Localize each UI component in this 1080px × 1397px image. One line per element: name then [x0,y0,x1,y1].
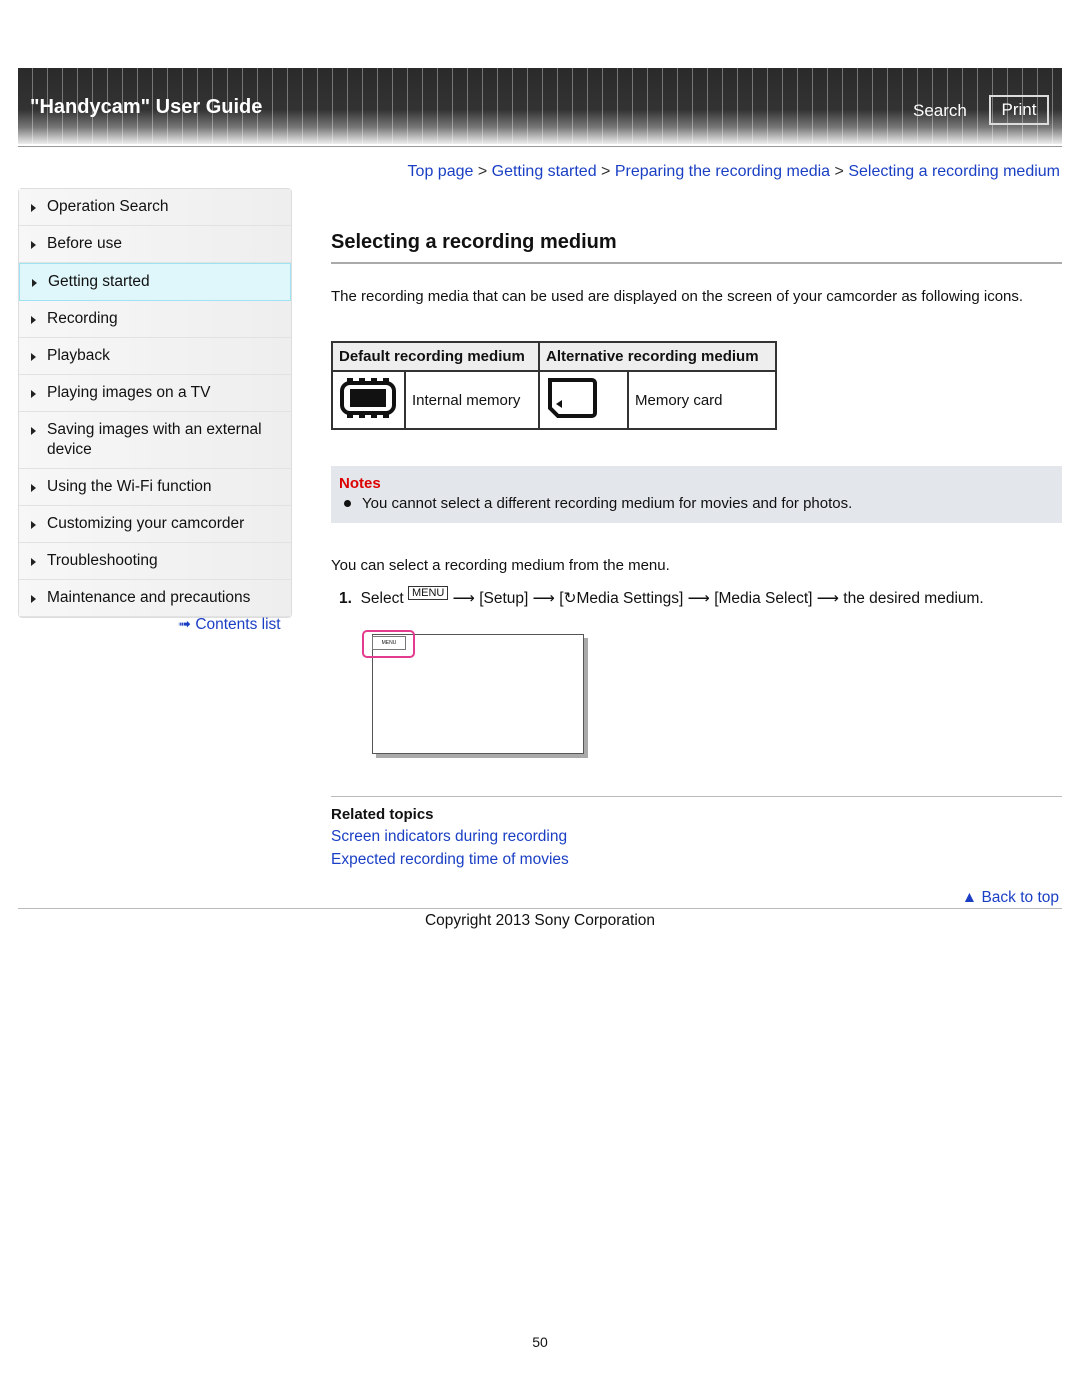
triangle-right-icon [31,595,36,603]
related-heading: Related topics [331,806,434,823]
sidebar-item-label: Troubleshooting [47,552,158,569]
step-media-settings: Media Settings] [576,590,684,607]
notes-box: Notes You cannot select a different reco… [331,466,1062,523]
sidebar-item[interactable]: Saving images with an external device [19,412,291,469]
triangle-right-icon [31,390,36,398]
up-triangle-icon: ▲ [961,889,978,906]
sidebar-item[interactable]: Playing images on a TV [19,375,291,412]
sidebar: Operation Search Before use Getting starte… [18,188,292,618]
triangle-right-icon [31,558,36,566]
media-table: Default recording medium Alternative reco… [331,341,777,430]
back-to-top-link[interactable]: ▲ Back to top [962,889,1059,907]
page-number: 50 [532,1334,548,1350]
sidebar-item[interactable]: Using the Wi-Fi function [19,469,291,506]
sidebar-item-label: Using the Wi-Fi function [47,478,212,495]
back-to-top-label: Back to top [981,889,1059,906]
sidebar-item[interactable]: Getting started [19,263,291,301]
breadcrumb-current[interactable]: Selecting a recording medium [848,163,1060,180]
divider [18,146,1062,147]
header-alternative: Alternative recording medium [538,341,777,372]
breadcrumb-getting-started[interactable]: Getting started [492,163,597,180]
sidebar-item[interactable]: Before use [19,226,291,263]
step-end: the desired medium. [843,590,984,607]
sidebar-item[interactable]: Maintenance and precautions [19,580,291,617]
menu-instruction: You can select a recording medium from t… [331,557,670,574]
sidebar-item[interactable]: Recording [19,301,291,338]
triangle-right-icon [31,427,36,435]
print-button[interactable]: Print [989,95,1049,125]
sidebar-item-label: Recording [47,310,118,327]
related-link[interactable]: Screen indicators during recording [331,828,1062,846]
arrow-icon: ⟶ [452,590,475,607]
internal-memory-icon [331,370,406,430]
sidebar-item-label: Saving images with an external device [47,421,262,458]
header-bar: "Handycam" User Guide Search Print [18,68,1062,144]
menu-highlight [362,630,415,658]
triangle-right-icon [31,204,36,212]
sidebar-item[interactable]: Customizing your camcorder [19,506,291,543]
internal-memory-label: Internal memory [404,370,540,430]
contents-list-link[interactable]: ➟ Contents list [178,615,281,634]
sidebar-item-label: Getting started [48,273,150,290]
triangle-right-icon [31,353,36,361]
triangle-right-icon [31,521,36,529]
triangle-right-icon [32,279,37,287]
contents-list-label: Contents list [195,616,281,633]
sidebar-item-label: Before use [47,235,122,252]
sidebar-item-label: Playing images on a TV [47,384,211,401]
sidebar-item[interactable]: Operation Search [19,189,291,226]
breadcrumb-top[interactable]: Top page [408,163,474,180]
notes-heading: Notes [339,475,381,492]
triangle-right-icon [31,316,36,324]
step-1: 1. Select MENU ⟶ [Setup] ⟶ [↻Media Setti… [339,586,984,608]
breadcrumb-preparing[interactable]: Preparing the recording media [615,163,830,180]
step-number: 1. [339,590,352,607]
triangle-right-icon [31,241,36,249]
arrow-icon: ⟶ [532,590,555,607]
media-settings-icon: ↻ [563,590,577,607]
page-title: Selecting a recording medium [331,231,1062,264]
sidebar-item[interactable]: Playback [19,338,291,375]
triangle-right-icon [31,484,36,492]
sidebar-item[interactable]: Troubleshooting [19,543,291,580]
related-topics: Related topics Screen indicators during … [331,796,1062,869]
search-button[interactable]: Search [913,101,967,121]
sidebar-item-label: Customizing your camcorder [47,515,245,532]
copyright: Copyright 2013 Sony Corporation [424,912,656,929]
related-link[interactable]: Expected recording time of movies [331,851,1062,869]
breadcrumb: Top page > Getting started > Preparing t… [407,163,1060,180]
arrow-icon: ➟ [178,616,191,633]
menu-button-icon: MENU [407,586,449,600]
footer-divider [18,908,1062,909]
header-default: Default recording medium [331,341,540,372]
memory-card-label: Memory card [627,370,777,430]
step-select: Select [360,590,404,607]
guide-title: "Handycam" User Guide [30,96,263,118]
memory-card-icon [538,370,629,430]
intro-text: The recording media that can be used are… [331,288,1024,305]
note-item: You cannot select a different recording … [339,495,1054,512]
step-media-select: [Media Select] [714,590,813,607]
arrow-icon: ⟶ [816,590,839,607]
arrow-icon: ⟶ [687,590,710,607]
sidebar-item-label: Playback [47,347,110,364]
step-setup: [Setup] [479,590,529,607]
sidebar-item-label: Maintenance and precautions [47,589,251,606]
sidebar-item-label: Operation Search [47,198,169,215]
